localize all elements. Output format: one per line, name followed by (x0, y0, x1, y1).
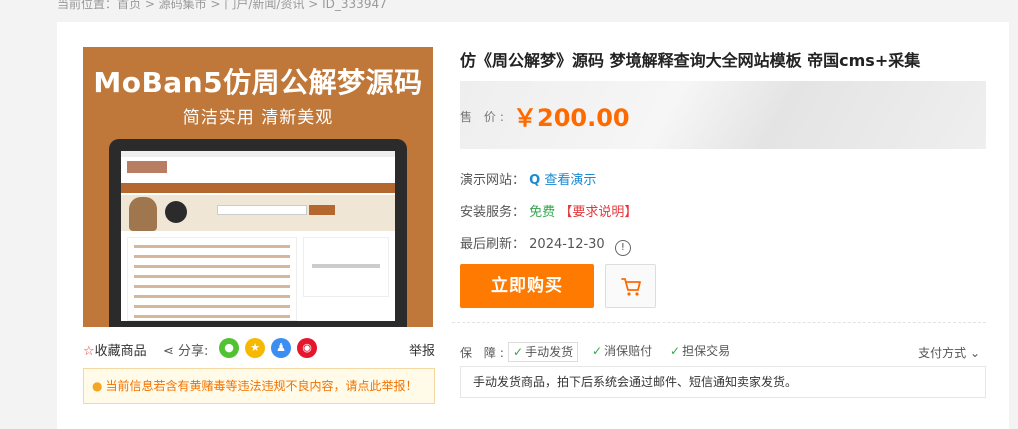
demo-link[interactable]: Q 查看演示 (529, 173, 596, 188)
search-icon: Q (529, 173, 541, 188)
divider (452, 322, 986, 323)
guarantee-label: 保 障: (460, 346, 508, 360)
refresh-date: 2024-12-30 (529, 237, 605, 252)
report-button[interactable]: 举报 (409, 340, 435, 359)
check-icon: ✓ (670, 344, 681, 358)
guarantee-row: 保 障: ✓ 手动发货 ✓ 消保赔付 ✓ 担保交易 支付方式 ⌄ (460, 340, 986, 364)
report-warning[interactable]: ● 当前信息若含有黄赌毒等违法违规不良内容，请点此举报！ (83, 368, 435, 404)
share-icon: ⋖ (163, 344, 174, 359)
guarantee-escrow[interactable]: ✓ 担保交易 (666, 342, 734, 362)
price-label: 售 价: (460, 110, 508, 124)
guarantee-manual-delivery[interactable]: ✓ 手动发货 (508, 342, 579, 362)
product-actions: ☆收藏商品 ⋖ 分享: ● ★ ♟ ◉ 举报 (83, 338, 435, 360)
monitor-graphic (109, 139, 407, 327)
check-icon: ✓ (513, 345, 524, 359)
qq-icon[interactable]: ♟ (271, 338, 291, 358)
info-icon[interactable]: ! (614, 240, 631, 256)
chevron-down-icon: ⌄ (969, 346, 980, 360)
favorite-button[interactable]: ☆收藏商品 (83, 340, 147, 359)
payment-methods-dropdown[interactable]: 支付方式 ⌄ (918, 344, 980, 361)
breadcrumb[interactable]: 当前位置：首页 > 源码集市 > 门户/新闻/资讯 > ID_333947 (57, 0, 387, 12)
product-card: MoBan5仿周公解梦源码 简洁实用 清新美观 ☆收藏商品 ⋖ 分享: ● ★ … (57, 22, 1009, 429)
product-image[interactable]: MoBan5仿周公解梦源码 简洁实用 清新美观 (83, 47, 433, 327)
buy-now-button[interactable]: 立即购买 (460, 264, 594, 308)
share-label: ⋖ 分享: (163, 344, 209, 359)
demo-row: 演示网站： Q 查看演示 (460, 173, 597, 188)
install-free: 免费 (529, 205, 556, 220)
price-value: ￥200.00 (513, 104, 630, 132)
cart-icon (621, 278, 641, 296)
install-row: 安装服务： 免费 【要求说明】 (460, 205, 638, 220)
product-title: 仿《周公解梦》源码 梦境解释查询大全网站模板 帝国cms+采集 (460, 51, 921, 70)
image-headline: MoBan5仿周公解梦源码 (93, 66, 423, 99)
delivery-note: 手动发货商品，拍下后系统会通过邮件、短信通知卖家发货。 (460, 366, 986, 398)
refresh-row: 最后刷新： 2024-12-30 ! (460, 233, 631, 256)
price-box: 售 价: ￥200.00 (460, 81, 986, 149)
website-preview (121, 151, 395, 321)
weibo-icon[interactable]: ◉ (297, 338, 317, 358)
install-requirements-link[interactable]: 【要求说明】 (559, 205, 637, 220)
guarantee-compensation[interactable]: ✓ 消保赔付 (588, 342, 656, 362)
lightbulb-icon: ● (92, 379, 103, 393)
wechat-icon[interactable]: ● (219, 338, 239, 358)
qzone-icon[interactable]: ★ (245, 338, 265, 358)
star-icon: ☆ (83, 344, 95, 359)
check-icon: ✓ (592, 344, 603, 358)
image-subline: 简洁实用 清新美观 (182, 108, 334, 128)
add-to-cart-button[interactable] (605, 264, 656, 308)
